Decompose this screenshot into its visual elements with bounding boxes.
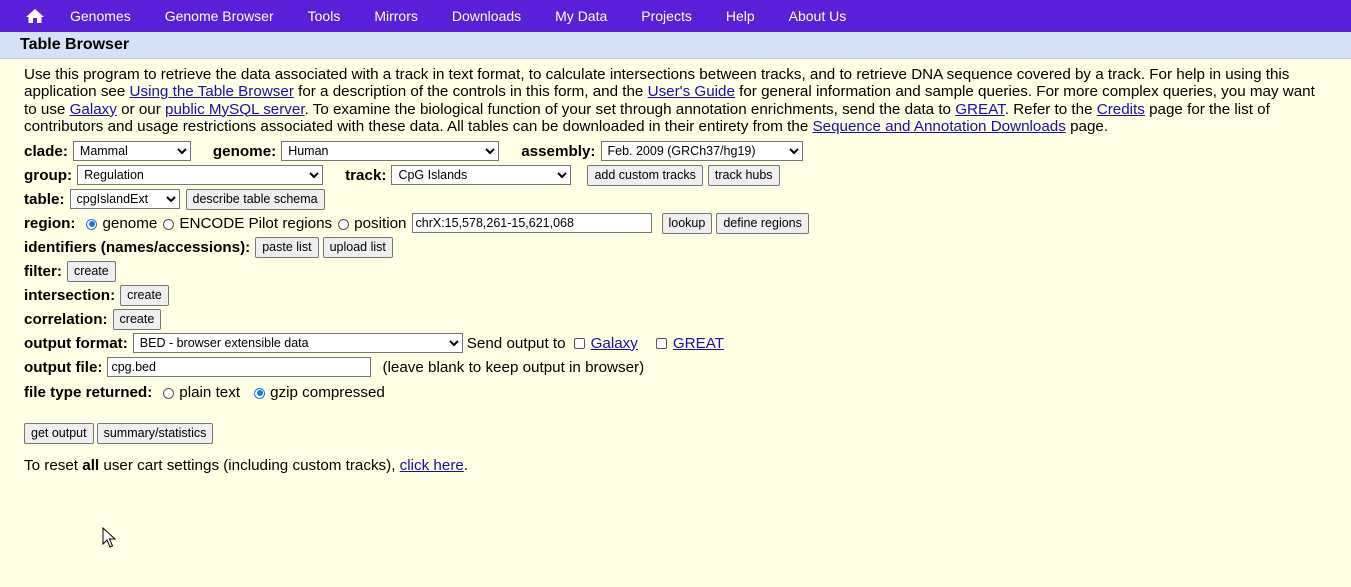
- link-galaxy[interactable]: Galaxy: [70, 101, 117, 118]
- output-file-label: output file:: [24, 358, 103, 376]
- reset-text-2: user cart settings (including custom tra…: [103, 456, 396, 474]
- region-position-radio[interactable]: [338, 218, 350, 230]
- region-genome-radio[interactable]: [86, 218, 98, 230]
- nav-about-us[interactable]: About Us: [789, 8, 847, 24]
- add-custom-tracks-button[interactable]: add custom tracks: [587, 164, 703, 186]
- nav-mirrors[interactable]: Mirrors: [374, 8, 418, 24]
- row-reset: To reset all user cart settings (includi…: [24, 453, 1331, 477]
- intro-text: . To examine the biological function of …: [304, 100, 956, 118]
- group-select[interactable]: Regulation: [77, 165, 324, 186]
- link-great[interactable]: GREAT: [955, 101, 1005, 118]
- summary-statistics-button[interactable]: summary/statistics: [96, 422, 214, 444]
- galaxy-checkbox[interactable]: [573, 337, 585, 349]
- reset-all: all: [82, 456, 100, 474]
- paste-list-button[interactable]: paste list: [255, 236, 319, 258]
- row-output-file: output file: (leave blank to keep output…: [24, 355, 1331, 379]
- intro-text: for a description of the controls in thi…: [293, 83, 648, 101]
- clade-label: clade:: [24, 142, 68, 160]
- identifiers-label: identifiers (names/accessions):: [24, 238, 251, 256]
- assembly-select[interactable]: Feb. 2009 (GRCh37/hg19): [600, 141, 803, 162]
- filter-create-button[interactable]: create: [66, 260, 116, 282]
- reset-text: To reset: [24, 456, 79, 474]
- get-output-button[interactable]: get output: [24, 422, 94, 444]
- great-link[interactable]: GREAT: [673, 335, 724, 352]
- row-output-format: output format: BED - browser extensible …: [24, 331, 1331, 355]
- link-credits[interactable]: Credits: [1097, 101, 1145, 118]
- region-genome-label: genome: [102, 214, 158, 232]
- link-users-guide[interactable]: User's Guide: [648, 83, 735, 100]
- great-checkbox[interactable]: [655, 337, 667, 349]
- track-label: track:: [345, 166, 387, 184]
- row-region: region: genome ENCODE Pilot regions posi…: [24, 211, 1331, 235]
- output-file-input[interactable]: [107, 357, 372, 378]
- row-file-type: file type returned: plain text gzip comp…: [24, 379, 1331, 405]
- region-position-label: position: [354, 214, 407, 232]
- file-type-label: file type returned:: [24, 383, 153, 401]
- row-clade-genome-assembly: clade: Mammal genome: Human assembly: Fe…: [24, 139, 1331, 163]
- nav-tools[interactable]: Tools: [308, 8, 341, 24]
- nav-genomes[interactable]: Genomes: [70, 8, 131, 24]
- row-group-track: group: Regulation track: CpG Islands add…: [24, 163, 1331, 187]
- page-title-bar: Table Browser: [0, 32, 1351, 59]
- link-using-table-browser[interactable]: Using the Table Browser: [130, 83, 294, 100]
- output-format-select[interactable]: BED - browser extensible data: [132, 333, 463, 354]
- top-nav-bar: Genomes Genome Browser Tools Mirrors Dow…: [0, 0, 1351, 32]
- gzip-radio[interactable]: [254, 387, 266, 399]
- describe-table-schema-button[interactable]: describe table schema: [185, 188, 325, 210]
- correlation-create-button[interactable]: create: [112, 308, 162, 330]
- row-identifiers: identifiers (names/accessions): paste li…: [24, 235, 1331, 259]
- link-downloads[interactable]: Sequence and Annotation Downloads: [813, 118, 1066, 135]
- send-output-to-label: Send output to: [466, 334, 566, 352]
- reset-click-here-link[interactable]: click here: [400, 457, 464, 474]
- group-label: group:: [24, 166, 73, 184]
- clade-select[interactable]: Mammal: [72, 141, 191, 162]
- mouse-cursor-icon: [102, 527, 116, 548]
- table-label: table:: [24, 190, 65, 208]
- intro-paragraph: Use this program to retrieve the data as…: [24, 66, 1331, 135]
- region-encode-label: ENCODE Pilot regions: [179, 214, 333, 232]
- track-hubs-button[interactable]: track hubs: [707, 164, 780, 186]
- nav-projects[interactable]: Projects: [641, 8, 692, 24]
- assembly-label: assembly:: [521, 142, 596, 160]
- correlation-label: correlation:: [24, 310, 108, 328]
- row-actions: get output summary/statistics: [24, 421, 1331, 445]
- nav-help[interactable]: Help: [726, 8, 755, 24]
- table-select[interactable]: cpgIslandExt: [69, 189, 180, 210]
- intro-text: page.: [1065, 117, 1109, 135]
- galaxy-link[interactable]: Galaxy: [591, 335, 638, 352]
- region-encode-radio[interactable]: [163, 218, 175, 230]
- home-icon[interactable]: [0, 8, 70, 24]
- link-public-mysql[interactable]: public MySQL server: [165, 101, 305, 118]
- genome-label: genome:: [212, 142, 277, 160]
- row-intersection: intersection: create: [24, 283, 1331, 307]
- page-title: Table Browser: [20, 36, 130, 53]
- position-input[interactable]: [411, 213, 652, 234]
- filter-label: filter:: [24, 262, 62, 280]
- row-correlation: correlation: create: [24, 307, 1331, 331]
- upload-list-button[interactable]: upload list: [322, 236, 393, 258]
- intro-text: or our: [116, 100, 165, 118]
- region-label: region:: [24, 214, 76, 232]
- intersection-label: intersection:: [24, 286, 116, 304]
- main-content: Use this program to retrieve the data as…: [0, 59, 1351, 477]
- plain-text-radio[interactable]: [163, 387, 175, 399]
- intersection-create-button[interactable]: create: [120, 284, 169, 306]
- output-format-label: output format:: [24, 334, 128, 352]
- row-table: table: cpgIslandExt describe table schem…: [24, 187, 1331, 211]
- gzip-label: gzip compressed: [270, 383, 385, 401]
- output-file-hint: (leave blank to keep output in browser): [382, 358, 645, 376]
- lookup-button[interactable]: lookup: [661, 212, 713, 234]
- nav-my-data[interactable]: My Data: [555, 8, 607, 24]
- track-select[interactable]: CpG Islands: [391, 165, 572, 186]
- intro-text: . Refer to the: [1004, 100, 1097, 118]
- genome-select[interactable]: Human: [281, 141, 500, 162]
- nav-downloads[interactable]: Downloads: [452, 8, 521, 24]
- nav-genome-browser[interactable]: Genome Browser: [165, 8, 274, 24]
- row-filter: filter: create: [24, 259, 1331, 283]
- define-regions-button[interactable]: define regions: [716, 212, 809, 234]
- plain-text-label: plain text: [179, 383, 241, 401]
- reset-period: .: [463, 456, 469, 474]
